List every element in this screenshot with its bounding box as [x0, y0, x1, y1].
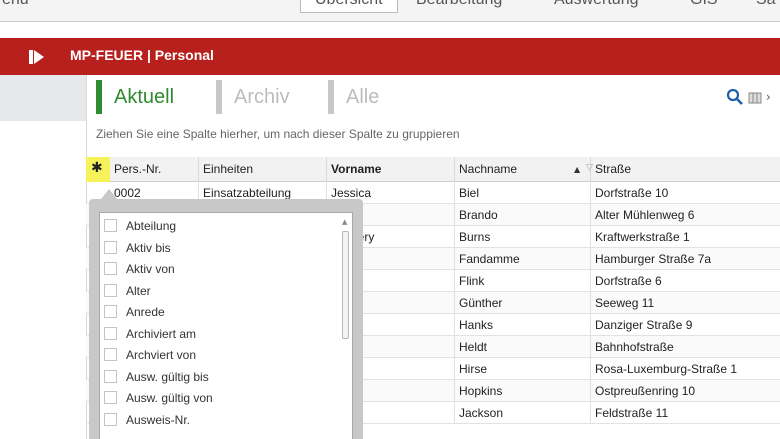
table-cell: Fandamme: [455, 248, 591, 270]
app-window: { "top_nav": { "left_cut": "enu", "tabs"…: [0, 0, 780, 439]
column-option-label: Alter: [126, 283, 151, 298]
table-cell: Dorfstraße 6: [595, 274, 662, 288]
table-cell: Jackson: [455, 402, 591, 424]
column-option-label: Anrede: [126, 305, 165, 319]
table-cell: Ostpreußenring 10: [595, 384, 696, 398]
left-sidebar: [0, 75, 87, 439]
table-cell: Hopkins: [455, 380, 591, 402]
table-cell: Kraftwerkstraße 1: [595, 230, 690, 244]
table-cell: Bahnhofstraße: [595, 340, 674, 354]
header-pers-nr[interactable]: Pers.-Nr.: [110, 157, 199, 182]
column-option[interactable]: Aktiv von: [104, 259, 175, 279]
group-by-hint: Ziehen Sie eine Spalte hierher, um nach …: [96, 127, 460, 141]
nav-tab-gis[interactable]: GIS: [690, 0, 718, 9]
column-option-label: Archviert von: [126, 348, 197, 362]
table-cell: Hamburger Straße 7a: [595, 252, 712, 266]
table-cell: Danziger Straße 9: [595, 318, 693, 332]
table-cell: Alter Mühlenweg 6: [595, 208, 695, 222]
gear-icon: ✱: [91, 160, 103, 176]
column-option-label: Ausw. gültig bis: [126, 369, 209, 384]
column-option-label: Aktiv von: [126, 262, 175, 276]
column-option[interactable]: Ausweis-Nr.: [104, 410, 190, 430]
column-option-label: Ausweis-Nr.: [126, 412, 191, 427]
header-strasse[interactable]: Straße: [591, 157, 780, 182]
column-option[interactable]: Archiviert am: [104, 324, 196, 344]
table-cell: Feldstraße 11: [595, 406, 669, 420]
sidebar-selected-item[interactable]: [0, 75, 86, 121]
header-vorname[interactable]: Vorname: [327, 157, 455, 182]
scrollbar-thumb[interactable]: [342, 231, 349, 339]
table-cell: Hirse: [455, 358, 591, 380]
table-cell: Rosa-Luxemburg-Straße 1: [595, 362, 738, 376]
checkbox[interactable]: [104, 326, 117, 340]
column-option[interactable]: Alter: [104, 281, 151, 301]
column-option-label: Ausw. gültig von: [126, 391, 213, 405]
tab-alle[interactable]: Alle: [328, 80, 379, 114]
sort-ascending-icon[interactable]: ▲: [574, 165, 580, 174]
column-option[interactable]: Archviert von: [104, 345, 196, 365]
column-layout-icon[interactable]: [748, 91, 762, 105]
nav-tab-auswertung[interactable]: Auswertung: [554, 0, 639, 9]
table-cell: Burns: [455, 226, 591, 248]
checkbox[interactable]: [104, 283, 117, 297]
checkbox[interactable]: [104, 262, 117, 275]
column-option[interactable]: Abteilung: [104, 216, 176, 236]
checkbox[interactable]: [104, 369, 117, 383]
checkbox[interactable]: [104, 348, 117, 361]
table-cell: Hanks: [455, 314, 591, 336]
table-cell: Seeweg 11: [595, 296, 655, 310]
checkbox[interactable]: [104, 219, 117, 232]
top-navigation: enu Übersicht Bearbeitung Auswertung GIS…: [0, 0, 780, 22]
table-cell: Heldt: [455, 336, 591, 358]
tab-aktuell[interactable]: Aktuell: [96, 80, 174, 114]
checkbox[interactable]: [104, 412, 117, 426]
app-logo-icon[interactable]: [26, 47, 50, 67]
table-cell: Flink: [455, 270, 591, 292]
title-bar: MP-FEUER | Personal: [0, 38, 780, 75]
column-option[interactable]: Ausw. gültig bis: [104, 367, 209, 387]
checkbox[interactable]: [104, 305, 117, 318]
nav-tab-bearbeitung[interactable]: Bearbeitung: [416, 0, 502, 9]
column-option-label: Archiviert am: [126, 326, 197, 341]
table-cell: Brando: [455, 204, 591, 226]
checkbox[interactable]: [104, 240, 117, 254]
table-cell: Günther: [455, 292, 591, 314]
column-option-label: Abteilung: [126, 219, 177, 233]
popup-pointer: [101, 189, 117, 199]
column-option[interactable]: Anrede: [104, 302, 165, 322]
column-option[interactable]: Ausw. gültig von: [104, 388, 213, 408]
header-nachname[interactable]: Nachname: [455, 157, 591, 182]
column-chooser-popup: Abteilung Aktiv bis Aktiv von Alter Anrede Ar…: [89, 189, 363, 439]
column-option[interactable]: Aktiv bis: [104, 238, 171, 258]
nav-tab-uebersicht[interactable]: Übersicht: [300, 0, 398, 13]
chooser-scrollbar[interactable]: ▲: [340, 215, 352, 439]
column-option-label: Aktiv bis: [126, 240, 171, 255]
table-cell: Biel: [455, 182, 591, 204]
header-einheiten[interactable]: Einheiten: [199, 157, 327, 182]
scroll-up-icon[interactable]: ▲: [342, 218, 347, 226]
app-title: MP-FEUER | Personal: [70, 47, 214, 63]
column-chooser-button[interactable]: ✱: [86, 157, 110, 182]
table-cell: Dorfstraße 10: [595, 186, 669, 200]
checkbox[interactable]: [104, 391, 117, 404]
nav-menu-label[interactable]: enu: [2, 0, 29, 9]
grid-header: ✱ Pers.-Nr. Einheiten Vorname Nachname ▲…: [86, 157, 780, 182]
tab-archiv[interactable]: Archiv: [216, 80, 290, 114]
nav-tab-more[interactable]: Sa: [756, 0, 776, 9]
toolbar-overflow-icon[interactable]: ›: [766, 90, 771, 104]
search-icon[interactable]: [726, 88, 744, 106]
column-chooser-list: Abteilung Aktiv bis Aktiv von Alter Anrede Ar…: [99, 212, 353, 439]
